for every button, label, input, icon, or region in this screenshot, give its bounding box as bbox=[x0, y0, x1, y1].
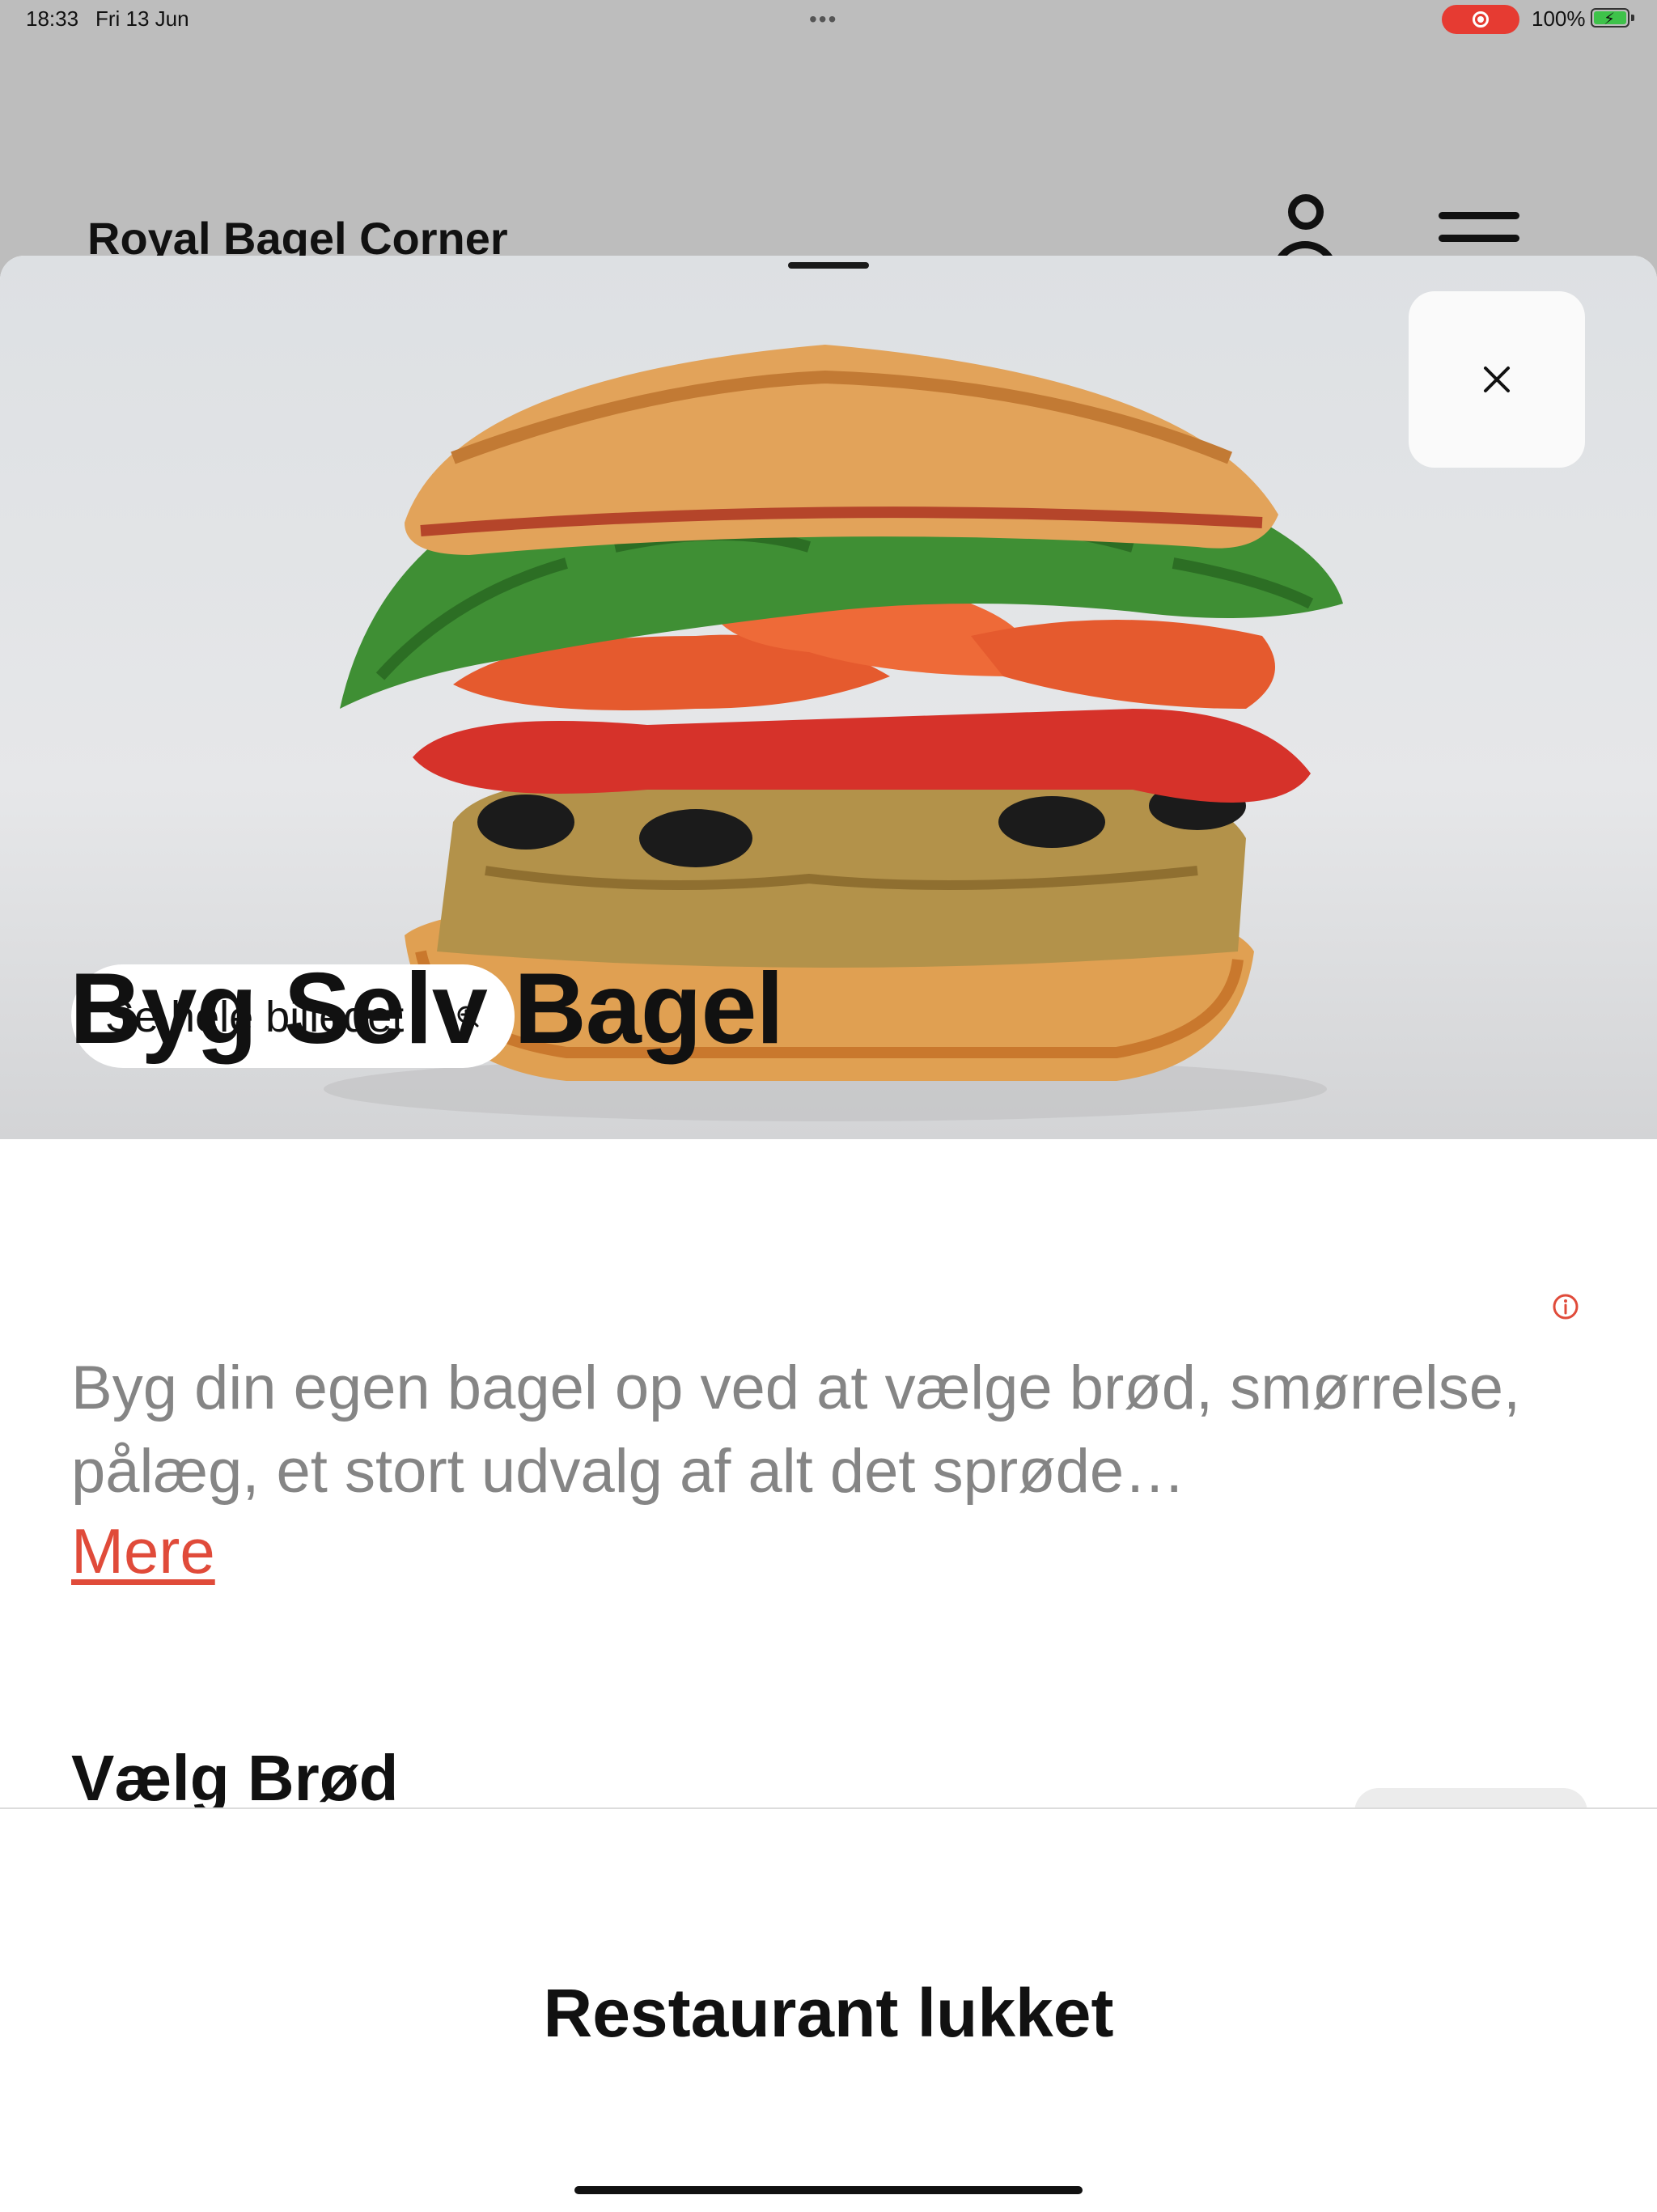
more-link[interactable]: Mere bbox=[71, 1515, 215, 1588]
screen-recording-icon[interactable] bbox=[1442, 5, 1519, 34]
restaurant-closed-status: Restaurant lukket bbox=[543, 1975, 1114, 2051]
battery-icon: ⚡ bbox=[1591, 8, 1634, 28]
menu-icon[interactable] bbox=[1439, 212, 1519, 244]
status-time: 18:33 bbox=[26, 6, 79, 31]
close-icon bbox=[1484, 367, 1510, 392]
status-date: Fri 13 Jun bbox=[95, 6, 189, 31]
home-indicator[interactable] bbox=[574, 2186, 1083, 2194]
status-bar: 18:33 Fri 13 Jun ••• 100% ⚡ bbox=[0, 0, 1657, 39]
user-icon[interactable] bbox=[1272, 194, 1338, 282]
product-description: Byg din egen bagel op ved at vælge brød,… bbox=[71, 1354, 1521, 1506]
info-icon[interactable] bbox=[1552, 1293, 1579, 1320]
product-title: Byg Selv Bagel bbox=[70, 953, 784, 1065]
section-title-bread: Vælg Brød bbox=[71, 1742, 399, 1814]
multitasking-dots-icon[interactable]: ••• bbox=[809, 6, 837, 32]
close-button[interactable] bbox=[1409, 291, 1585, 468]
sheet-grabber[interactable] bbox=[788, 262, 869, 269]
battery-percentage: 100% bbox=[1532, 6, 1586, 31]
